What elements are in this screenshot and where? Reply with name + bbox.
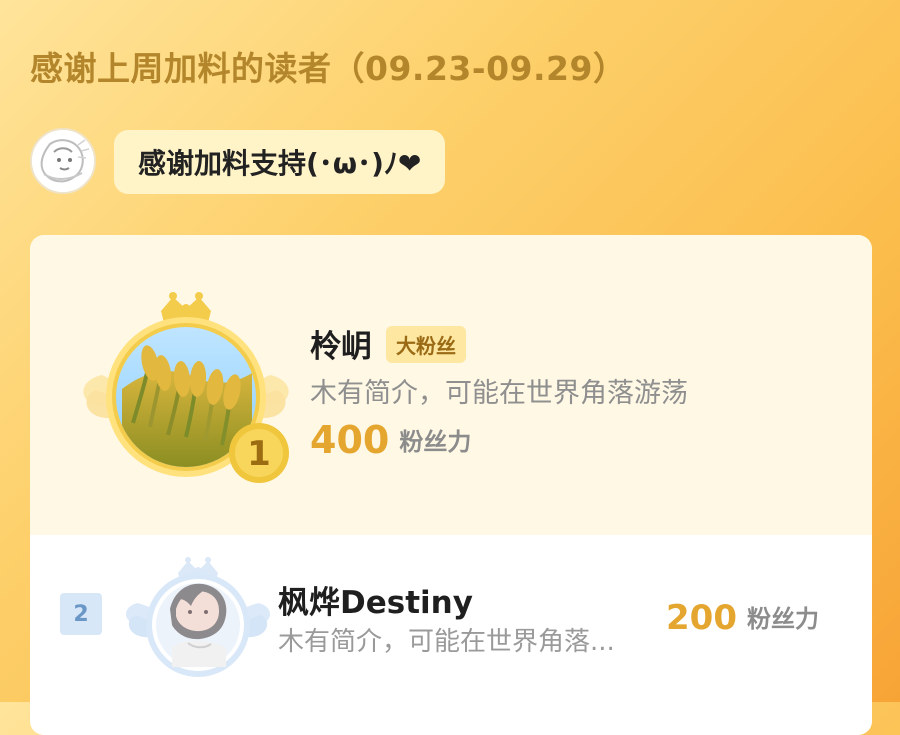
thanks-message-text: 感谢加料支持(･ω･)ﾉ❤ bbox=[138, 147, 422, 180]
rank-2-score-unit: 粉丝力 bbox=[746, 605, 819, 633]
rank-2-badge: 2 bbox=[60, 593, 102, 635]
user-avatar bbox=[30, 128, 96, 194]
header-title: 感谢上周加料的读者（09.23-09.29） bbox=[30, 49, 627, 88]
rank-1-medal: 1 bbox=[68, 285, 308, 505]
rank-two-medal-icon bbox=[125, 557, 271, 677]
leaderboard-entry-1[interactable]: 1 柃岄 大粉丝 木有简介，可能在世界角落游荡 400 粉丝力 bbox=[30, 235, 872, 535]
rank-1-score-unit: 粉丝力 bbox=[399, 428, 472, 456]
leaderboard-panel: 1 柃岄 大粉丝 木有简介，可能在世界角落游荡 400 粉丝力 2 枫烨Dest… bbox=[30, 235, 872, 735]
rank-1-score-number: 400 bbox=[310, 418, 390, 462]
rank-2-medal bbox=[118, 549, 278, 699]
rank-1-name[interactable]: 柃岄 bbox=[310, 321, 372, 366]
anime-sketch-avatar-icon bbox=[32, 130, 94, 192]
rank-2-bio: 木有简介，可能在世界角落... bbox=[278, 627, 615, 657]
rank-2-score-number: 200 bbox=[666, 598, 737, 638]
rank-2-name[interactable]: 枫烨Destiny bbox=[278, 577, 473, 622]
rank-1-number-icon: 1 bbox=[247, 434, 271, 474]
thanks-message-bubble: 感谢加料支持(･ω･)ﾉ❤ bbox=[114, 130, 446, 194]
rank-1-badge: 大粉丝 bbox=[386, 326, 466, 363]
rank-1-bio: 木有简介，可能在世界角落游荡 bbox=[310, 378, 688, 409]
rank-2-score: 200 粉丝力 bbox=[666, 599, 819, 635]
crown-wings-medal-icon: 1 bbox=[83, 292, 289, 483]
leaderboard-entry-2[interactable]: 2 枫烨Destiny 木有简介，可能在世界角落... 200 粉丝力 bbox=[30, 535, 872, 735]
rank-1-score: 400 粉丝力 bbox=[310, 421, 471, 459]
